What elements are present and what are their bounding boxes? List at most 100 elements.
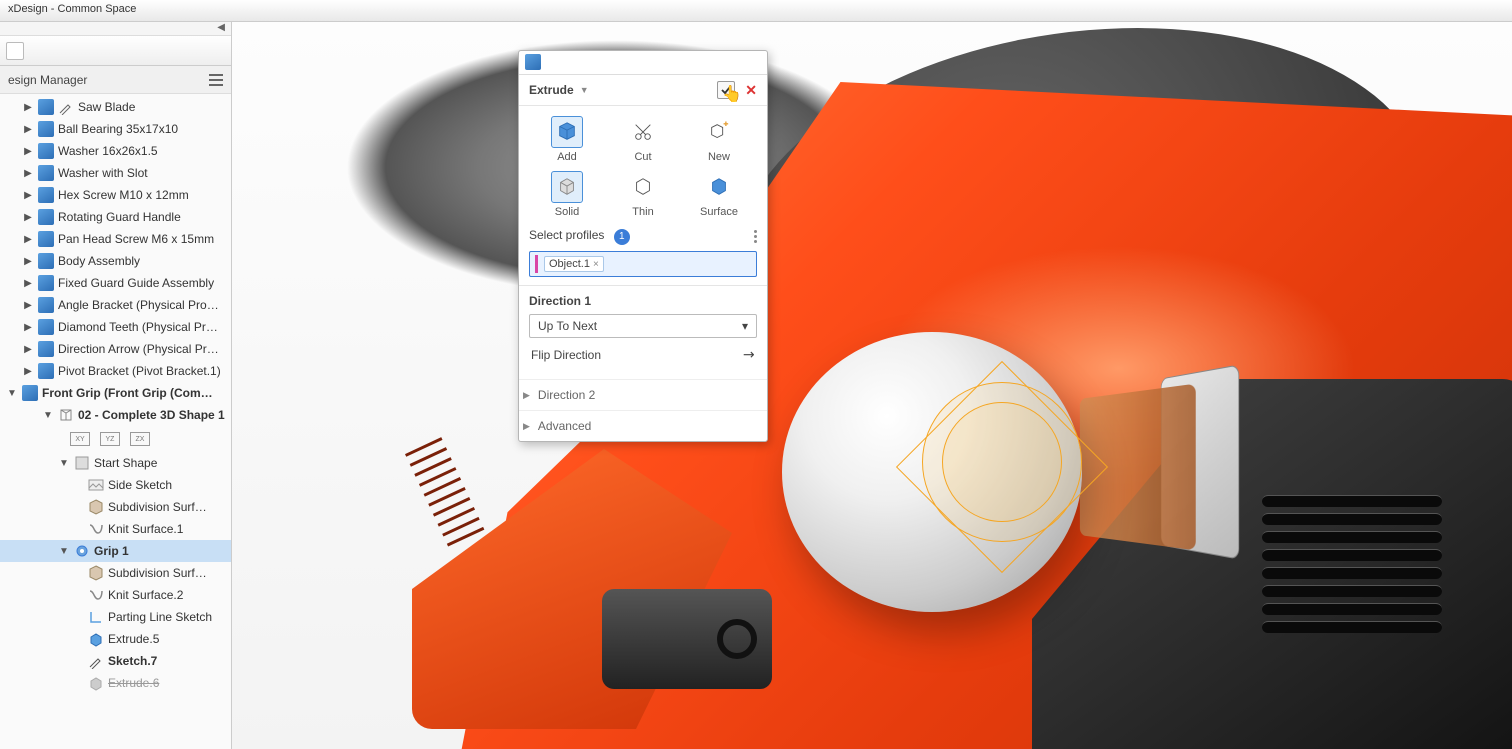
flip-direction-row[interactable]: Flip Direction ↗ bbox=[529, 338, 757, 371]
profiles-header: Select profiles 1 bbox=[529, 228, 757, 245]
tree-item[interactable]: Knit Surface.1 bbox=[0, 518, 231, 540]
tree-item[interactable]: Side Sketch bbox=[0, 474, 231, 496]
tree-item-shape-set[interactable]: ▼02 - Complete 3D Shape 1 bbox=[0, 404, 231, 426]
tree-item[interactable]: ▶Ball Bearing 35x17x10 bbox=[0, 118, 231, 140]
direction2-label: Direction 2 bbox=[538, 388, 595, 402]
tree-item[interactable]: ▶Washer 16x26x1.5 bbox=[0, 140, 231, 162]
tree-item[interactable]: Parting Line Sketch bbox=[0, 606, 231, 628]
tree-item[interactable]: Knit Surface.2 bbox=[0, 584, 231, 606]
package-icon bbox=[38, 99, 54, 115]
type-surface[interactable]: Surface bbox=[689, 169, 749, 220]
tree-label: Direction Arrow (Physical Pr… bbox=[58, 342, 219, 356]
operation-row: Add Cut New bbox=[529, 114, 757, 165]
tool-label: Solid bbox=[539, 206, 595, 218]
tool-label: Surface bbox=[691, 206, 747, 218]
cancel-button[interactable]: ✕ bbox=[745, 82, 757, 99]
tree-label: Knit Surface.1 bbox=[108, 522, 183, 536]
chip-remove-icon[interactable]: × bbox=[593, 259, 599, 270]
tree-label: Pivot Bracket (Pivot Bracket.1) bbox=[58, 364, 221, 378]
panel-title: Extrude bbox=[529, 83, 574, 97]
tree-item[interactable]: ▶Direction Arrow (Physical Pr… bbox=[0, 338, 231, 360]
shape-icon bbox=[74, 455, 90, 471]
package-icon bbox=[38, 209, 54, 225]
panel-dropdown-icon[interactable]: ▼ bbox=[580, 85, 589, 95]
direction1-header: Direction 1 bbox=[529, 294, 757, 308]
operation-add[interactable]: Add bbox=[537, 114, 597, 165]
sidebar-collapse-handle[interactable]: ◀ bbox=[0, 22, 231, 36]
feature-tree[interactable]: ▶Saw Blade ▶Ball Bearing 35x17x10 ▶Washe… bbox=[0, 94, 231, 749]
model-vent-grill bbox=[1262, 489, 1442, 689]
tree-item[interactable]: Subdivision Surf… bbox=[0, 496, 231, 518]
tree-label: Extrude.5 bbox=[108, 632, 159, 646]
tree-item[interactable]: ▶Pivot Bracket (Pivot Bracket.1) bbox=[0, 360, 231, 382]
type-solid[interactable]: Solid bbox=[537, 169, 597, 220]
tree-label: Knit Surface.2 bbox=[108, 588, 183, 602]
tree-item-start-shape[interactable]: ▼Start Shape bbox=[0, 452, 231, 474]
scissors-icon bbox=[632, 121, 654, 143]
package-icon bbox=[38, 121, 54, 137]
sketch-icon bbox=[58, 99, 74, 115]
tree-item[interactable]: Extrude.5 bbox=[0, 628, 231, 650]
tool-label: Cut bbox=[615, 151, 671, 163]
tree-item[interactable]: Subdivision Surf… bbox=[0, 562, 231, 584]
subdiv-icon bbox=[88, 565, 104, 581]
extrude-tab-icon bbox=[525, 54, 541, 70]
end-condition-select[interactable]: Up To Next ▾ bbox=[529, 314, 757, 338]
tree-label: Subdivision Surf… bbox=[108, 500, 207, 514]
panel-title: esign Manager bbox=[8, 73, 87, 87]
panel-menu-icon[interactable] bbox=[209, 74, 223, 86]
operation-new[interactable]: New bbox=[689, 114, 749, 165]
tree-item[interactable]: ▶Angle Bracket (Physical Pro… bbox=[0, 294, 231, 316]
tree-item-selected[interactable]: Sketch.7 bbox=[0, 650, 231, 672]
extrude-panel[interactable]: Extrude ▼ ✕ Add bbox=[518, 50, 768, 442]
advanced-section[interactable]: ▶ Advanced bbox=[519, 410, 767, 441]
tree-label: Grip 1 bbox=[94, 544, 129, 558]
end-condition-value: Up To Next bbox=[538, 319, 597, 333]
sidebar-toolbar bbox=[0, 36, 231, 66]
direction2-section[interactable]: ▶ Direction 2 bbox=[519, 379, 767, 410]
sketch-wireframe bbox=[892, 372, 1122, 572]
plane-zx[interactable]: ZX bbox=[130, 432, 150, 446]
tree-label: Sketch.7 bbox=[108, 654, 157, 668]
package-icon bbox=[38, 363, 54, 379]
tree-item-suppressed[interactable]: Extrude.6 bbox=[0, 672, 231, 694]
tree-item-active-part[interactable]: ▼Front Grip (Front Grip (Com… bbox=[0, 382, 231, 404]
tree-label: Subdivision Surf… bbox=[108, 566, 207, 580]
model-assembly bbox=[332, 22, 1512, 749]
tree-item[interactable]: ▶Fixed Guard Guide Assembly bbox=[0, 272, 231, 294]
plane-xy[interactable]: XY bbox=[70, 432, 90, 446]
model-bracket bbox=[602, 589, 772, 689]
tree-item[interactable]: ▶Diamond Teeth (Physical Pr… bbox=[0, 316, 231, 338]
expand-icon: ▶ bbox=[523, 421, 530, 432]
tree-item[interactable]: ▶Saw Blade bbox=[0, 96, 231, 118]
profiles-count-badge: 1 bbox=[614, 229, 630, 245]
panel-tab[interactable] bbox=[519, 51, 767, 75]
tree-item[interactable]: ▶Hex Screw M10 x 12mm bbox=[0, 184, 231, 206]
tree-label: Hex Screw M10 x 12mm bbox=[58, 188, 189, 202]
profiles-menu-icon[interactable] bbox=[754, 230, 757, 243]
package-icon bbox=[38, 187, 54, 203]
toolbar-icon[interactable] bbox=[6, 42, 24, 60]
tree-item-grip[interactable]: ▼Grip 1 bbox=[0, 540, 231, 562]
check-icon bbox=[720, 84, 732, 96]
tree-item[interactable]: ▶Rotating Guard Handle bbox=[0, 206, 231, 228]
title-bar: xDesign - Common Space bbox=[0, 0, 1512, 22]
confirm-button[interactable] bbox=[717, 81, 735, 99]
tree-label: Washer 16x26x1.5 bbox=[58, 144, 158, 158]
profile-selection-input[interactable]: Object.1 × bbox=[529, 251, 757, 277]
sketch-icon bbox=[88, 653, 104, 669]
tree-item[interactable]: ▶Washer with Slot bbox=[0, 162, 231, 184]
operation-cut[interactable]: Cut bbox=[613, 114, 673, 165]
package-icon bbox=[38, 231, 54, 247]
plane-yz[interactable]: YZ bbox=[100, 432, 120, 446]
type-thin[interactable]: Thin bbox=[613, 169, 673, 220]
flip-arrow-icon: ↗ bbox=[739, 344, 759, 364]
package-icon bbox=[38, 165, 54, 181]
tree-item[interactable]: ▶Body Assembly bbox=[0, 250, 231, 272]
tree-item[interactable]: ▶Pan Head Screw M6 x 15mm bbox=[0, 228, 231, 250]
3d-viewport[interactable]: Extrude ▼ ✕ Add bbox=[232, 22, 1512, 749]
profile-chip[interactable]: Object.1 × bbox=[544, 256, 604, 272]
tree-label: 02 - Complete 3D Shape 1 bbox=[78, 408, 225, 422]
tree-label: Fixed Guard Guide Assembly bbox=[58, 276, 214, 290]
surface-cube-icon bbox=[708, 176, 730, 198]
